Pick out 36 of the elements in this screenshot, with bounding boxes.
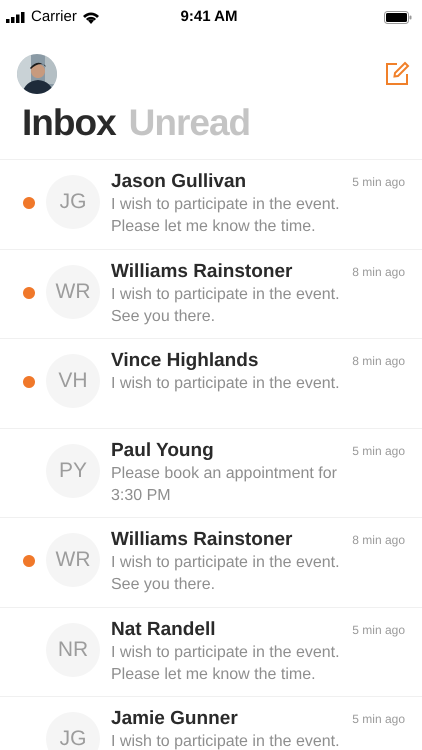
sender-name: Paul Young bbox=[111, 438, 214, 462]
initials-avatar: WR bbox=[46, 533, 100, 587]
sender-name: Jamie Gunner bbox=[111, 707, 238, 730]
compose-button[interactable] bbox=[383, 60, 411, 88]
message-preview: I wish to participate in the event. bbox=[111, 732, 341, 750]
sender-name: Nat Randell bbox=[111, 618, 216, 640]
message-preview: I wish to participate in the event. Please let me know the time. bbox=[111, 642, 341, 684]
sender-name: Williams Rainstoner bbox=[111, 260, 292, 282]
sender-name: Jason Gullivan bbox=[111, 170, 246, 193]
clock-time: 9:41 AM bbox=[180, 6, 238, 27]
message-time: 5 min ago bbox=[352, 711, 405, 728]
message-preview: I wish to participate in the event. Please let me know the time. bbox=[111, 195, 341, 237]
battery-icon bbox=[384, 10, 412, 24]
message-time: 5 min ago bbox=[352, 174, 405, 191]
initials-avatar: JG bbox=[46, 175, 100, 229]
message-time: 5 min ago bbox=[352, 622, 405, 638]
message-time: 8 min ago bbox=[352, 532, 405, 549]
initials-avatar: NR bbox=[46, 622, 100, 676]
profile-avatar[interactable] bbox=[17, 54, 57, 94]
sender-name: Williams Rainstoner bbox=[111, 528, 292, 551]
sender-name: Vince Highlands bbox=[111, 349, 258, 372]
signal-icon bbox=[6, 12, 26, 22]
message-time: 8 min ago bbox=[352, 353, 405, 370]
carrier-label: Carrier bbox=[31, 6, 77, 27]
initials-avatar: JG bbox=[46, 712, 100, 750]
tab[interactable]: Inbox bbox=[22, 100, 116, 146]
initials-avatar: WR bbox=[46, 264, 100, 318]
message-time: 8 min ago bbox=[352, 264, 405, 280]
message-time: 5 min ago bbox=[352, 442, 405, 460]
message-preview: Please book an appointment for 3:30 PM bbox=[111, 464, 338, 506]
wifi-icon bbox=[82, 10, 100, 24]
message-preview: I wish to participate in the event. See you there. bbox=[111, 553, 341, 595]
message-preview: I wish to participate in the event. See you there. bbox=[111, 284, 341, 326]
message-preview: I wish to participate in the event. bbox=[111, 374, 341, 394]
initials-avatar: VH bbox=[46, 354, 100, 408]
initials-avatar: PY bbox=[46, 444, 100, 498]
